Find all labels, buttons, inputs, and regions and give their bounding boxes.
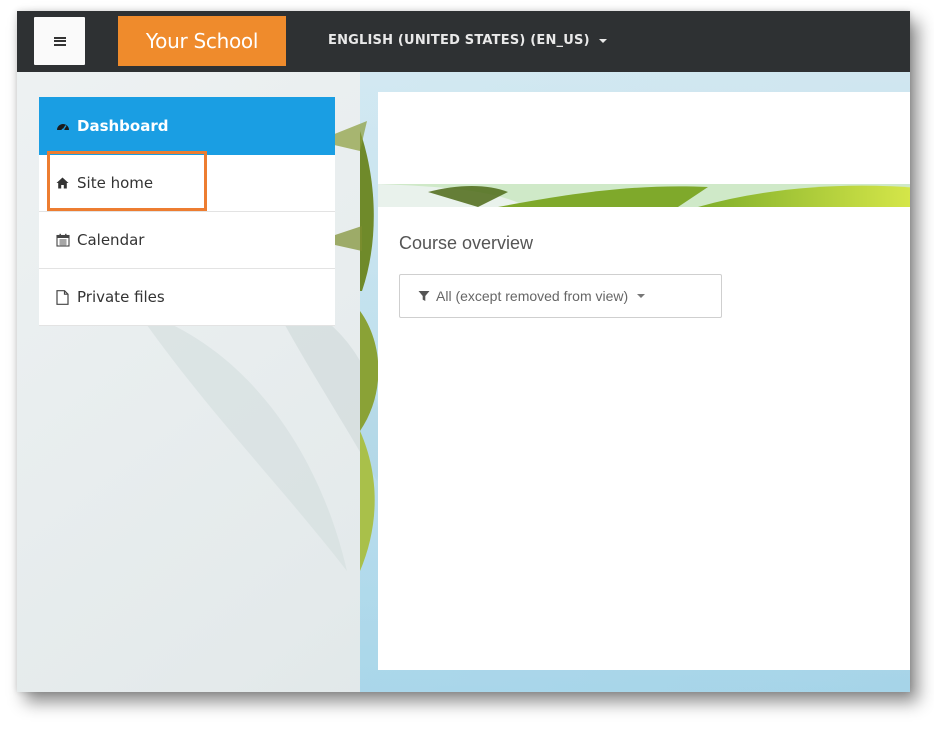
hamburger-icon [53, 35, 66, 47]
top-navbar: Your School ENGLISH (UNITED STATES) (EN_… [17, 11, 910, 72]
filter-value: All (except removed from view) [436, 288, 629, 304]
header-leaves-illustration [378, 92, 910, 207]
sidebar-item-dashboard[interactable]: Dashboard [39, 97, 335, 155]
sidebar-item-private-files[interactable]: Private files [39, 269, 335, 326]
file-icon [55, 289, 70, 305]
sidebar-item-calendar[interactable]: Calendar [39, 212, 335, 269]
app-window: Your School ENGLISH (UNITED STATES) (EN_… [17, 11, 910, 692]
caret-down-icon [598, 38, 607, 43]
sidebar-item-site-home[interactable]: Site home [39, 151, 335, 212]
hamburger-menu-button[interactable] [34, 17, 85, 65]
filter-icon [418, 290, 430, 302]
sidebar-item-label: Private files [77, 288, 165, 306]
language-label: ENGLISH (UNITED STATES) (EN_US) [328, 33, 590, 48]
course-filter-dropdown[interactable]: All (except removed from view) [399, 274, 722, 318]
caret-down-icon [637, 294, 646, 298]
sidebar-item-label: Site home [77, 174, 154, 192]
section-title: Course overview [399, 233, 534, 253]
sidebar-item-label: Dashboard [77, 117, 169, 135]
nav-drawer: Dashboard Site home Calendar Private fil… [39, 97, 335, 326]
language-menu[interactable]: ENGLISH (UNITED STATES) (EN_US) [328, 33, 607, 48]
home-icon [55, 176, 70, 191]
calendar-icon [55, 233, 70, 248]
dashboard-icon [55, 119, 70, 134]
site-brand[interactable]: Your School [118, 16, 286, 66]
sidebar-item-label: Calendar [77, 231, 145, 249]
main-region [378, 92, 910, 672]
page-header-band [378, 92, 910, 207]
